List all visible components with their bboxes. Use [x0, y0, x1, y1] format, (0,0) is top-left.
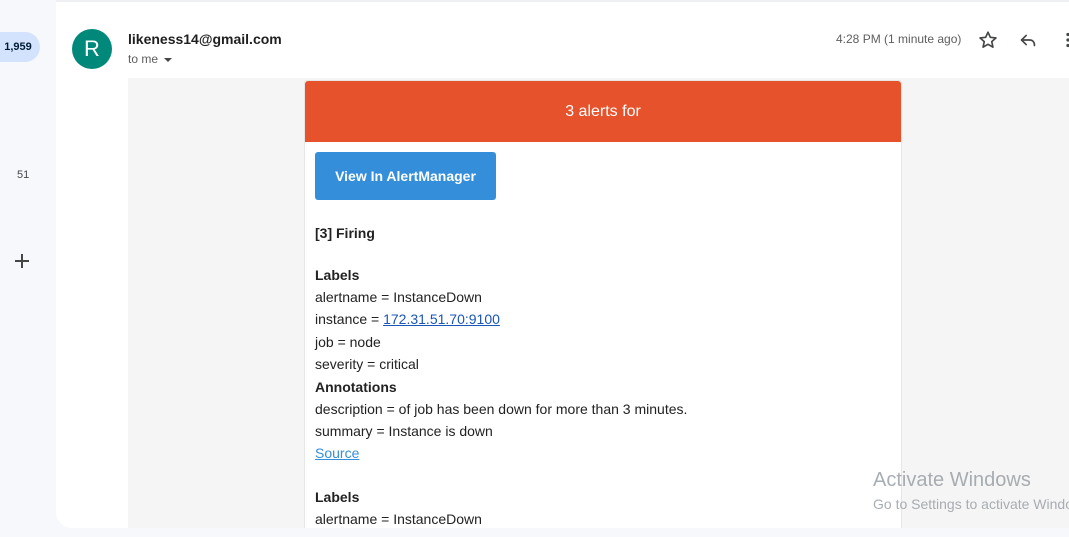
label-instance: instance = 172.31.51.70:9100: [315, 308, 891, 330]
annotation-summary: summary = Instance is down: [315, 423, 493, 440]
inbox-count-badge[interactable]: 1,959: [0, 32, 40, 62]
alert-card: 3 alerts for View In AlertManager [3] Fi…: [304, 80, 902, 528]
watermark-title: Activate Windows: [873, 469, 1031, 491]
annotations-heading: Annotations: [315, 378, 397, 395]
source-link[interactable]: Source: [315, 445, 359, 461]
reply-icon[interactable]: [1017, 29, 1039, 51]
instance-link[interactable]: 172.31.51.70:9100: [383, 311, 500, 327]
plus-icon[interactable]: [13, 252, 31, 270]
annotation-description: description = of job has been down for m…: [315, 400, 688, 417]
sender-email[interactable]: likeness14@gmail.com: [128, 31, 282, 47]
caret-down-icon: [164, 57, 173, 62]
more-vert-icon[interactable]: [1057, 29, 1069, 51]
label-job: job = node: [315, 333, 381, 350]
labels-heading: Labels: [315, 267, 360, 283]
instance-prefix: instance =: [315, 311, 384, 328]
email-body: 3 alerts for View In AlertManager [3] Fi…: [128, 78, 1069, 528]
watermark-subtitle: Go to Settings to activate Windows.: [873, 496, 1069, 512]
activate-windows-watermark: Activate Windows Go to Settings to activ…: [873, 468, 1069, 514]
recipient-label: to me: [128, 52, 159, 66]
message-timestamp: 4:28 PM (1 minute ago): [836, 32, 962, 46]
alert-header: 3 alerts for: [305, 81, 901, 142]
star-icon[interactable]: [977, 29, 999, 51]
alert-content: View In AlertManager [3] Firing Labels a…: [305, 142, 901, 528]
avatar[interactable]: R: [72, 29, 112, 69]
left-rail: 1,959 51: [0, 0, 56, 537]
label-alertname-2: alertname = InstanceDown: [315, 510, 482, 527]
label-severity: severity = critical: [315, 356, 419, 373]
recipient-details-toggle[interactable]: to me: [128, 52, 173, 66]
view-in-alertmanager-button[interactable]: View In AlertManager: [315, 152, 496, 200]
firing-heading: [3] Firing: [315, 225, 375, 241]
labels-heading-2: Labels: [315, 488, 360, 505]
label-count: 51: [17, 169, 30, 181]
label-alertname: alertname = InstanceDown: [315, 289, 482, 305]
